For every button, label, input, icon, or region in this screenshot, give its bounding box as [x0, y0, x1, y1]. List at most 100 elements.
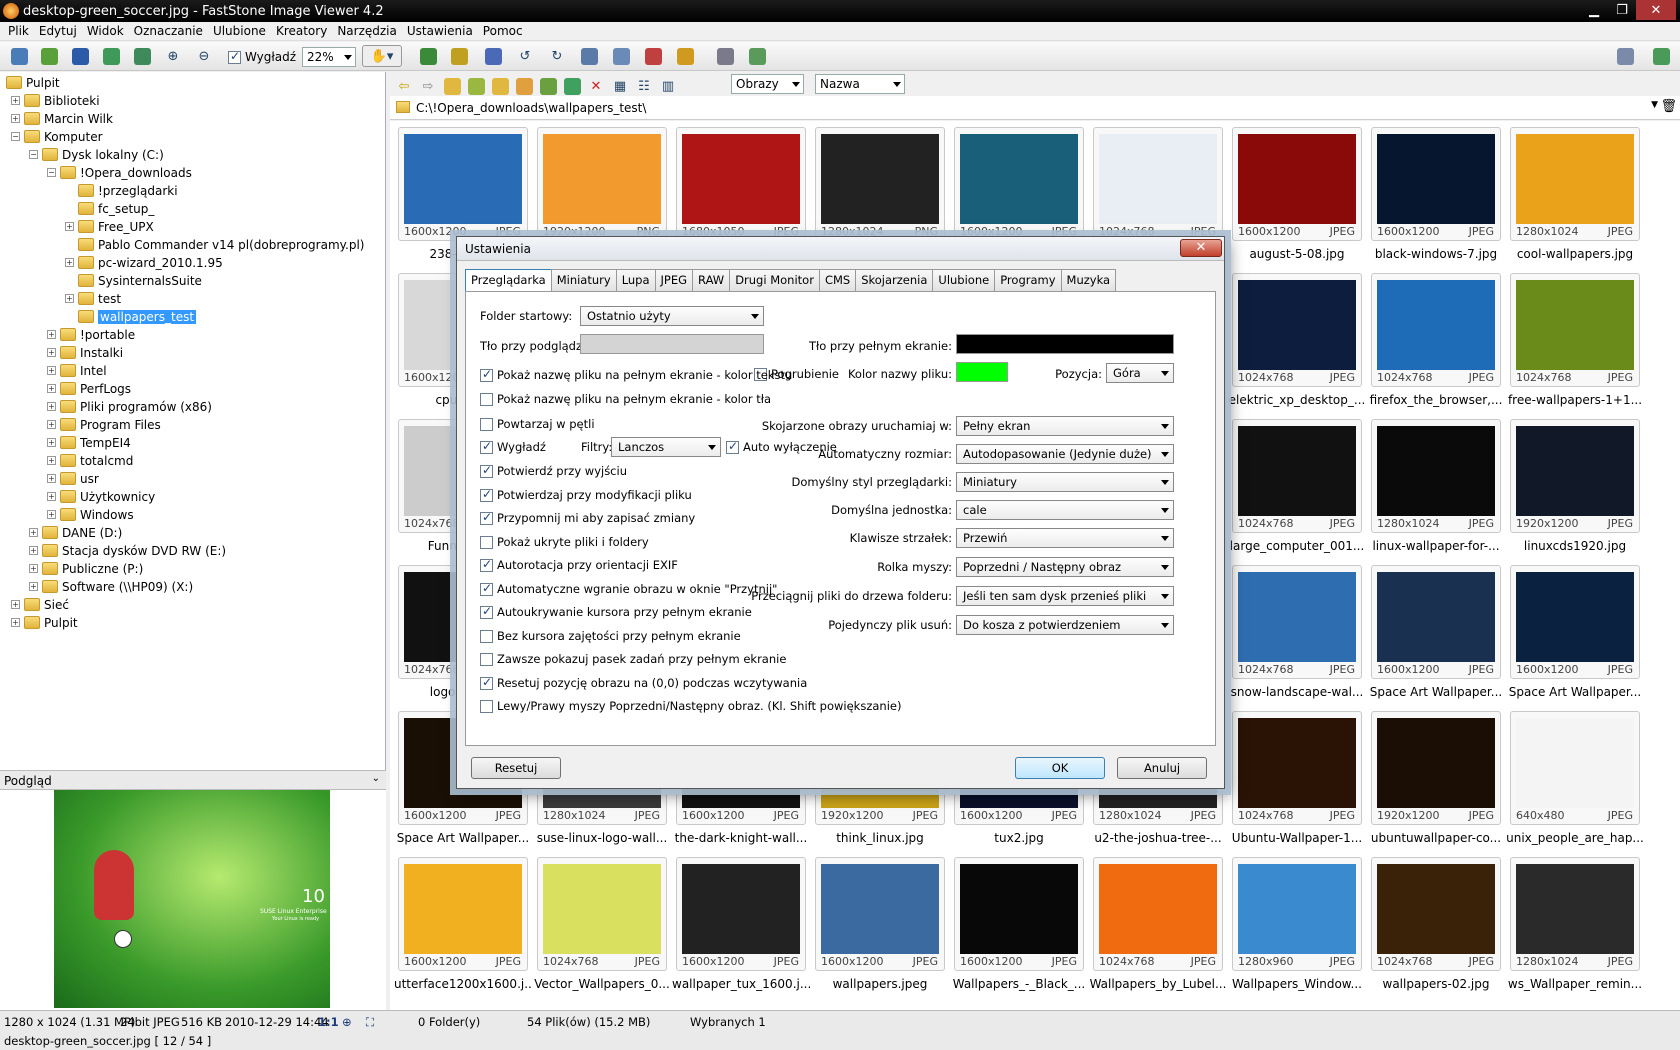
tab-3[interactable]: JPEG [654, 269, 694, 291]
position-select[interactable]: Góra [1106, 363, 1174, 383]
print-icon[interactable] [714, 45, 736, 67]
thumbnail-cell[interactable]: 1600x1200JPEG [954, 857, 1084, 971]
option-checkbox[interactable] [480, 652, 493, 666]
new-folder-icon[interactable] [489, 75, 511, 97]
copy-folder-icon[interactable] [537, 75, 559, 97]
option-checkbox[interactable] [480, 675, 493, 690]
thumbnail-filename[interactable]: wallpapers.jpeg [811, 977, 949, 991]
thumbnail-cell[interactable]: 1600x1200JPEG [398, 127, 528, 241]
option-checkbox[interactable] [480, 604, 493, 619]
tree-item[interactable]: + test [65, 290, 121, 307]
tree-item[interactable]: + TempEI4 [47, 434, 131, 451]
thumbnail-filename[interactable]: linux-wallpaper-for-... [1367, 539, 1505, 553]
tree-item[interactable]: + Pliki programów (x86) [47, 398, 212, 415]
menu-item-1[interactable]: Edytuj [35, 24, 81, 38]
thumbnail-filename[interactable]: Wallpapers_by_Lubel... [1089, 977, 1227, 991]
tree-item[interactable]: + Windows [47, 506, 134, 523]
thumbnail-filename[interactable]: Wallpapers_-_Black_... [950, 977, 1088, 991]
thumbnail-cell[interactable]: 1024x768JPEG [1371, 273, 1501, 387]
email-icon[interactable] [100, 45, 122, 67]
thumbnail-filename[interactable]: u2-the-joshua-tree-... [1089, 831, 1227, 845]
expand-icon[interactable]: + [47, 366, 56, 375]
bg-color-swatch[interactable] [580, 334, 764, 354]
thumbnail-cell[interactable]: 1024x768JPEG [1232, 419, 1362, 533]
thumbnail-cell[interactable]: 1600x1200JPEG [954, 127, 1084, 241]
tree-item[interactable]: + Program Files [47, 416, 161, 433]
cancel-button[interactable]: Anuluj [1117, 757, 1207, 779]
option-checkbox[interactable] [480, 487, 493, 502]
up-folder-icon[interactable] [441, 75, 463, 97]
thumbnail-filename[interactable]: Ubuntu-Wallpaper-1... [1228, 831, 1366, 845]
tree-item[interactable]: + Publiczne (P:) [29, 560, 143, 577]
thumbnail-cell[interactable]: 1024x768JPEG [1093, 127, 1223, 241]
tree-item[interactable]: + Intel [47, 362, 107, 379]
expand-icon[interactable]: + [11, 600, 20, 609]
thumbnail-cell[interactable]: 1024x768JPEG [1232, 565, 1362, 679]
thumbnail-cell[interactable]: 1920x1200 JPEG [1510, 419, 1640, 533]
thumbnail-filename[interactable]: snow-landscape-wal... [1228, 685, 1366, 699]
tree-item[interactable]: wallpapers_test [78, 308, 197, 325]
option-checkbox-row[interactable]: Autoukrywanie kursora przy pełnym ekrani… [480, 604, 752, 619]
thumbnail-filename[interactable]: wallpaper_tux_1600.j... [672, 977, 810, 991]
thumbnail-filename[interactable]: Vector_Wallpapers_0... [533, 977, 671, 991]
thumbnail-cell[interactable]: 1024x768JPEG [1371, 857, 1501, 971]
resize-icon[interactable] [578, 45, 600, 67]
open-icon[interactable] [8, 45, 30, 67]
thumbnail-filename[interactable]: ubuntuwallpaper-co... [1367, 831, 1505, 845]
option-checkbox[interactable] [480, 629, 493, 643]
expand-icon[interactable]: − [29, 150, 38, 159]
option-checkbox-row[interactable]: Automatyczne wgranie obrazu w oknie "Prz… [480, 581, 777, 596]
sort-select[interactable]: Nazwa [815, 74, 905, 94]
path-dropdown-icon[interactable]: ▼ [1651, 100, 1658, 110]
thumbnail-cell[interactable]: 1680x1050 JPEG [676, 127, 806, 241]
wallpaper-icon[interactable] [674, 45, 696, 67]
tree-item[interactable]: + Sieć [11, 596, 69, 613]
path-text[interactable]: C:\!Opera_downloads\wallpapers_test\ [416, 101, 646, 115]
expand-icon[interactable]: + [29, 582, 38, 591]
thumbnail-cell[interactable]: 1280x1024 PNG [815, 127, 945, 241]
zoom-in-icon[interactable]: ⊕ [162, 45, 184, 67]
tree-item[interactable]: + Użytkownicy [47, 488, 155, 505]
expand-icon[interactable]: + [65, 222, 74, 231]
menu-item-8[interactable]: Pomoc [479, 24, 527, 38]
favorites-icon[interactable] [513, 75, 535, 97]
option-checkbox-row[interactable]: Powtarzaj w pętli [480, 417, 595, 431]
thumbnail-filename[interactable]: firefox_the_browser,... [1367, 393, 1505, 407]
tree-item[interactable]: !przeglądarki [78, 182, 178, 199]
tree-item[interactable]: + Pulpit [11, 614, 78, 631]
browse-icon[interactable] [38, 45, 60, 67]
option-checkbox[interactable] [480, 439, 493, 454]
name-color-swatch[interactable] [956, 362, 1008, 382]
option-checkbox-row[interactable]: Potwierdzaj przy modyfikacji pliku [480, 487, 692, 502]
tree-item[interactable]: + totalcmd [47, 452, 133, 469]
thumbnail-cell[interactable]: 1024x768JPEG [1510, 273, 1640, 387]
expand-icon[interactable]: + [65, 258, 74, 267]
thumbnail-cell[interactable]: 1280x1024 JPEG [1510, 857, 1640, 971]
layout-icon[interactable] [1614, 45, 1636, 67]
expand-icon[interactable]: + [47, 492, 56, 501]
setting-select[interactable]: Do kosza z potwierdzeniem [956, 615, 1174, 635]
rotate-left-icon[interactable]: ↺ [514, 45, 536, 67]
option-checkbox-row[interactable]: Bez kursora zajętości przy pełnym ekrani… [480, 629, 741, 643]
smooth-toggle[interactable]: Wygładź [228, 49, 296, 64]
menu-item-7[interactable]: Ustawienia [403, 24, 477, 38]
tree-item[interactable]: + !portable [47, 326, 135, 343]
thumbnail-cell[interactable]: 1600x1200JPEG [1510, 565, 1640, 679]
tab-8[interactable]: Ulubione [932, 269, 996, 291]
thumbnail-view-icon[interactable]: ▦ [609, 75, 631, 97]
list-view-icon[interactable]: ☷ [633, 75, 655, 97]
thumbnail-filename[interactable]: august-5-08.jpg [1228, 247, 1366, 261]
thumbnail-cell[interactable]: 1280x1024 JPEG [1371, 419, 1501, 533]
thumbnail-filename[interactable]: the-dark-knight-wall... [672, 831, 810, 845]
tree-item[interactable]: SysinternalsSuite [78, 272, 202, 289]
thumbnail-cell[interactable]: 1600x1200JPEG [815, 857, 945, 971]
copy-to-icon[interactable] [417, 45, 439, 67]
dialog-close-icon[interactable]: ✕ [1180, 239, 1222, 257]
option-checkbox[interactable] [480, 392, 493, 406]
smooth-checkbox[interactable] [228, 49, 241, 64]
path-bar[interactable]: C:\!Opera_downloads\wallpapers_test\ ▼ 🗑 [390, 96, 1680, 120]
setting-select[interactable]: Miniatury [956, 472, 1174, 492]
tree-item[interactable]: + Free_UPX [65, 218, 154, 235]
menu-item-0[interactable]: Plik [4, 24, 33, 38]
expand-icon[interactable]: + [11, 114, 20, 123]
